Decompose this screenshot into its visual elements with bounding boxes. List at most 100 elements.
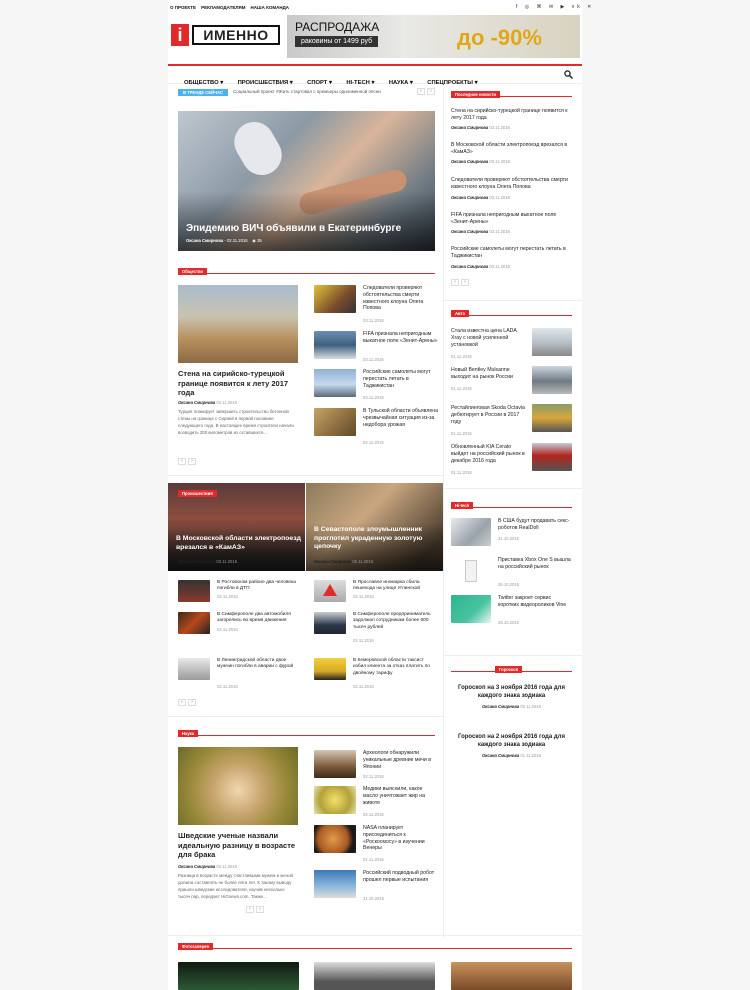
- photo-badge[interactable]: Фотогалерея: [178, 943, 213, 950]
- hero-author[interactable]: Оксана Смирнова: [186, 238, 223, 243]
- society-thumb-1[interactable]: [314, 285, 356, 313]
- latest-item-4-title[interactable]: FIFA признала непригодным выкатное поле …: [451, 212, 571, 226]
- incident-item-2-title[interactable]: В Ярославле иномарка сбила пешехода на у…: [353, 580, 438, 593]
- science-main-title[interactable]: Шведские ученые назвали идеальную разниц…: [178, 831, 303, 860]
- incidents-next-button[interactable]: ›: [188, 699, 196, 706]
- incidents-prev-button[interactable]: ‹: [178, 699, 186, 706]
- incident-big-2-title[interactable]: В Севастополе злоумышленник проглотил ук…: [314, 526, 439, 552]
- auto-thumb-3[interactable]: [532, 404, 572, 432]
- hitech-item-2-title[interactable]: Приставка Xbox One S вышла на российский…: [498, 557, 573, 571]
- photo-thumb-3[interactable]: [451, 962, 572, 990]
- science-thumb-3[interactable]: [314, 825, 356, 853]
- auto-item-2-title[interactable]: Новый Bentley Mulsanne выходит на рынок …: [451, 367, 526, 381]
- hitech-thumb-2[interactable]: [451, 557, 491, 585]
- trend-prev-button[interactable]: ‹: [417, 88, 425, 95]
- latest-item-2-title[interactable]: В Московской области электропоезд врезал…: [451, 142, 571, 156]
- incident-thumb-3[interactable]: [178, 612, 210, 634]
- photo-thumb-1[interactable]: [178, 962, 299, 990]
- society-item-1-title[interactable]: Следователи проверяют обстоятельства сме…: [363, 285, 438, 312]
- incident-item-4-title[interactable]: В Симферополе предприниматель задолжал с…: [353, 612, 438, 631]
- hitech-badge[interactable]: Hi-tech: [451, 502, 474, 509]
- horo-badge[interactable]: Гороскоп: [495, 666, 523, 673]
- auto-item-3-title[interactable]: Рестайлинговая Skoda Octavia дебютирует …: [451, 405, 526, 425]
- science-next-button[interactable]: ›: [256, 906, 264, 913]
- incident-item-3-title[interactable]: В Симферополе два автомобиля загорелись …: [217, 612, 302, 625]
- trend-text[interactable]: Социальный проект #Жить стартовал с прем…: [233, 89, 408, 96]
- hitech-thumb-1[interactable]: [451, 518, 491, 546]
- nav-science[interactable]: НАУКА ▾: [389, 80, 413, 86]
- mail-icon[interactable]: ✉: [549, 4, 556, 10]
- search-icon[interactable]: [564, 70, 573, 79]
- society-item-3-title[interactable]: Российские самолеты могут перестать лета…: [363, 369, 438, 389]
- auto-item-1-title[interactable]: Стала известна цена LADA Xray с новой ус…: [451, 328, 526, 348]
- society-main-title[interactable]: Стена на сирийско-турецкой границе появи…: [178, 369, 303, 398]
- incident-item-5-title[interactable]: В Ленинградской области двое мужчин поги…: [217, 658, 302, 671]
- society-item-4-title[interactable]: В Тульской области объявлена чрезвычайна…: [363, 408, 438, 428]
- twitter-icon[interactable]: ✕: [587, 4, 594, 10]
- auto-item-4-title[interactable]: Обновленный KIA Cerato выйдет на российс…: [451, 444, 526, 464]
- rss-icon[interactable]: ⌘: [537, 4, 545, 10]
- latest-item-5-title[interactable]: Российские самолеты могут перестать лета…: [451, 246, 571, 260]
- science-thumb-1[interactable]: [314, 750, 356, 778]
- science-prev-button[interactable]: ‹: [246, 906, 254, 913]
- auto-thumb-1[interactable]: [532, 328, 572, 356]
- instagram-icon[interactable]: ◎: [525, 4, 532, 10]
- auto-thumb-2[interactable]: [532, 366, 572, 394]
- nav-special[interactable]: СПЕЦПРОЕКТЫ ▾: [427, 80, 477, 86]
- incident-thumb-2[interactable]: [314, 580, 346, 602]
- society-badge[interactable]: Общество: [178, 268, 208, 275]
- nav-incidents[interactable]: ПРОИСШЕСТВИЯ ▾: [238, 80, 293, 86]
- vk-icon[interactable]: vk: [572, 4, 583, 10]
- incident-item-1-title[interactable]: В Ростовском районе два человека погибли…: [217, 580, 302, 593]
- society-thumb-2[interactable]: [314, 331, 356, 359]
- photo-thumb-2[interactable]: [314, 962, 435, 990]
- hero-article[interactable]: Эпидемию ВИЧ объявили в Екатеринбурге Ок…: [178, 111, 435, 251]
- nav-sport[interactable]: СПОРТ ▾: [307, 80, 332, 86]
- society-thumb-3[interactable]: [314, 369, 356, 397]
- hitech-item-1-title[interactable]: В США будут продавать секс-роботов RealD…: [498, 518, 573, 532]
- nav-society[interactable]: ОБЩЕСТВО ▾: [184, 80, 223, 86]
- hitech-item-3-title[interactable]: Twitter закроет сервис коротких видеорол…: [498, 595, 573, 609]
- science-badge[interactable]: Наука: [178, 730, 199, 737]
- logo[interactable]: i ИМЕННО: [171, 24, 281, 46]
- ad-banner[interactable]: РАСПРОДАЖА раковины от 1499 руб до -90%: [287, 15, 580, 58]
- incident-thumb-6[interactable]: [314, 658, 346, 680]
- horo-item-2-title[interactable]: Гороскоп на 2 ноября 2016 года для каждо…: [451, 734, 572, 749]
- society-prev-button[interactable]: ‹: [178, 458, 186, 465]
- nav-hitech[interactable]: HI-TECH ▾: [346, 80, 374, 86]
- hitech-thumb-3[interactable]: [451, 595, 491, 623]
- auto-thumb-4[interactable]: [532, 443, 572, 471]
- society-main-image[interactable]: [178, 285, 298, 363]
- youtube-icon[interactable]: ▶: [561, 4, 568, 10]
- science-thumb-2[interactable]: [314, 786, 356, 814]
- trend-next-button[interactable]: ›: [427, 88, 435, 95]
- link-about[interactable]: О ПРОЕКТЕ: [170, 5, 196, 10]
- science-item-3-title[interactable]: NASA планирует присоединиться к «Роскосм…: [363, 825, 438, 852]
- science-item-2-title[interactable]: Медики выяснили, какое масло уничтожает …: [363, 786, 438, 806]
- incident-item-6-title[interactable]: В Кемеровской области таксист избил клие…: [353, 658, 438, 677]
- link-advertisers[interactable]: РЕКЛАМОДАТЕЛЯМ: [201, 5, 245, 10]
- incident-big-1-title[interactable]: В Московской области электропоезд врезал…: [176, 535, 301, 552]
- society-item-2-title[interactable]: FIFA признала непригодным выкатное поле …: [363, 331, 438, 345]
- society-thumb-4[interactable]: [314, 408, 356, 436]
- incident-thumb-5[interactable]: [178, 658, 210, 680]
- facebook-icon[interactable]: f: [516, 4, 520, 10]
- latest-next-button[interactable]: ›: [461, 279, 469, 286]
- latest-badge[interactable]: Последние новости: [451, 91, 501, 98]
- incident-big-2[interactable]: В Севастополе злоумышленник проглотил ук…: [306, 483, 443, 571]
- incident-thumb-1[interactable]: [178, 580, 210, 602]
- latest-item-1-title[interactable]: Стена на сирийско-турецкой границе появи…: [451, 108, 571, 122]
- latest-prev-button[interactable]: ‹: [451, 279, 459, 286]
- link-team[interactable]: НАША КОМАНДА: [251, 5, 289, 10]
- science-thumb-4[interactable]: [314, 870, 356, 898]
- incidents-badge[interactable]: Происшествия: [178, 490, 217, 497]
- auto-badge[interactable]: Авто: [451, 310, 470, 317]
- latest-item-3-title[interactable]: Следователи проверяют обстоятельства сме…: [451, 177, 571, 191]
- incident-thumb-4[interactable]: [314, 612, 346, 634]
- hero-title[interactable]: Эпидемию ВИЧ объявили в Екатеринбурге: [186, 223, 401, 234]
- horo-item-1-title[interactable]: Гороскоп на 3 ноября 2016 года для каждо…: [451, 685, 572, 700]
- society-next-button[interactable]: ›: [188, 458, 196, 465]
- science-main-image[interactable]: [178, 747, 298, 825]
- science-item-1-title[interactable]: Археологи обнаружили уникальные древние …: [363, 750, 438, 770]
- science-item-4-title[interactable]: Российский подводный робот прошел первые…: [363, 870, 438, 884]
